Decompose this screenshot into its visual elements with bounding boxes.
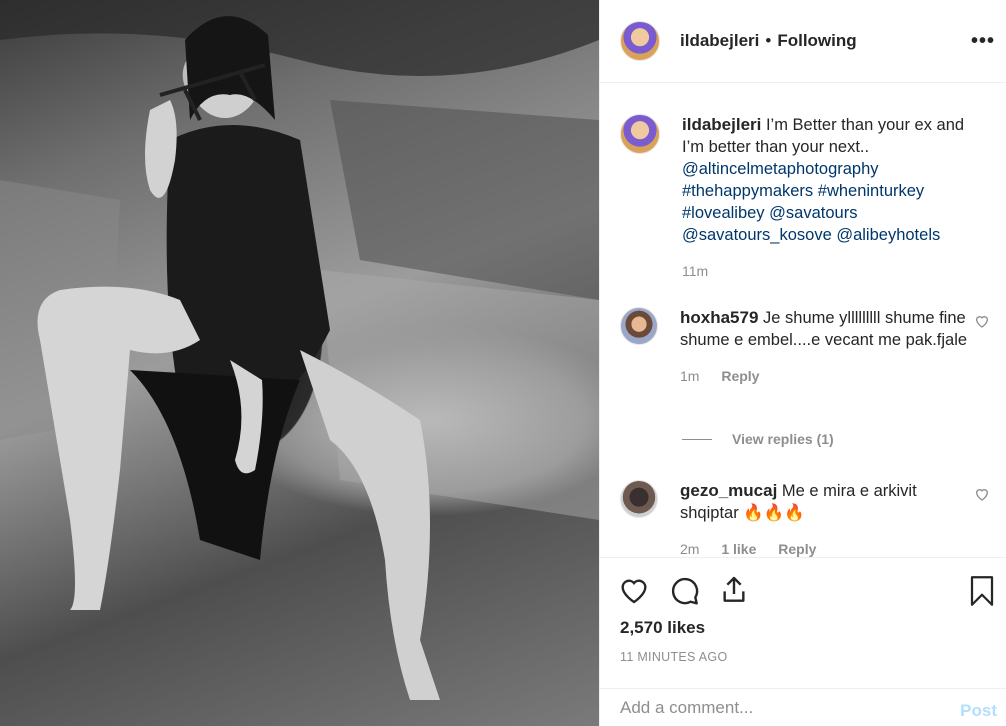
comment-item: gezo_mucaj Me e mira e arkivit shqiptar … [620, 480, 990, 557]
more-options-icon[interactable]: ••• [971, 30, 995, 53]
view-replies-button[interactable]: View replies (1) [682, 431, 834, 447]
follow-status-button[interactable]: Following [777, 31, 856, 51]
add-comment-bar: Post [600, 688, 1006, 726]
reply-button[interactable]: Reply [778, 541, 816, 557]
comment-input[interactable] [620, 697, 940, 718]
header-text: ildabejleri • Following [680, 31, 857, 51]
caption: ildabejleri I’m Better than your ex and … [620, 114, 990, 282]
comment-time[interactable]: 2m [680, 541, 699, 557]
caption-meta: 11m [682, 260, 972, 282]
comments-section[interactable]: ildabejleri I’m Better than your ex and … [600, 83, 1006, 557]
comment-likes[interactable]: 1 like [721, 541, 756, 557]
caption-username[interactable]: ildabejleri [682, 115, 761, 134]
commenter-avatar[interactable] [620, 480, 658, 518]
replies-divider [682, 438, 712, 440]
comment-body: gezo_mucaj Me e mira e arkivit shqiptar … [680, 480, 970, 557]
like-comment-heart-icon[interactable] [974, 486, 990, 502]
likes-count[interactable]: 2,570 likes [620, 618, 705, 638]
comment-bubble-icon[interactable] [668, 574, 700, 606]
caption-link[interactable]: @altincelmetaphotography [682, 160, 879, 178]
post-timestamp[interactable]: 11 MINUTES AGO [620, 650, 727, 664]
caption-hashtag[interactable]: #thehappymakers [682, 182, 813, 200]
comment-item: hoxha579 Je shume ylllllllll shume fine … [620, 307, 990, 387]
post-header: ildabejleri • Following ••• [600, 0, 1006, 83]
comment-time[interactable]: 1m [680, 368, 699, 384]
caption-hashtag[interactable]: #lovealibey [682, 204, 765, 222]
reply-button[interactable]: Reply [721, 368, 759, 384]
caption-link[interactable]: @alibeyhotels [836, 226, 940, 244]
post-actions: 2,570 likes 11 MINUTES AGO [600, 557, 1006, 667]
post-comment-button[interactable]: Post [960, 701, 997, 721]
comment-meta: 2m 1 like Reply [680, 538, 970, 557]
like-comment-heart-icon[interactable] [974, 313, 990, 329]
view-replies-label: View replies (1) [732, 431, 834, 447]
photo-illustration [0, 0, 599, 700]
caption-hashtag[interactable]: #wheninturkey [818, 182, 924, 200]
comment-username[interactable]: gezo_mucaj [680, 481, 777, 500]
share-icon[interactable] [718, 574, 750, 606]
caption-body: ildabejleri I’m Better than your ex and … [682, 114, 972, 282]
post-photo[interactable] [0, 0, 599, 726]
commenter-avatar[interactable] [620, 307, 658, 345]
caption-avatar[interactable] [620, 114, 660, 154]
action-icons [618, 574, 750, 606]
comment-body: hoxha579 Je shume ylllllllll shume fine … [680, 307, 970, 387]
comment-meta: 1m Reply [680, 365, 970, 387]
like-heart-icon[interactable] [618, 574, 650, 606]
header-separator: • [765, 31, 772, 50]
comment-username[interactable]: hoxha579 [680, 308, 758, 327]
post-panel: ildabejleri • Following ••• ildabejleri … [599, 0, 1006, 726]
author-username[interactable]: ildabejleri [680, 31, 759, 51]
caption-link[interactable]: @savatours [769, 204, 857, 222]
caption-link[interactable]: @savatours_kosove [682, 226, 832, 244]
caption-time[interactable]: 11m [682, 263, 708, 279]
author-avatar[interactable] [620, 21, 660, 61]
bookmark-icon[interactable] [967, 574, 997, 608]
